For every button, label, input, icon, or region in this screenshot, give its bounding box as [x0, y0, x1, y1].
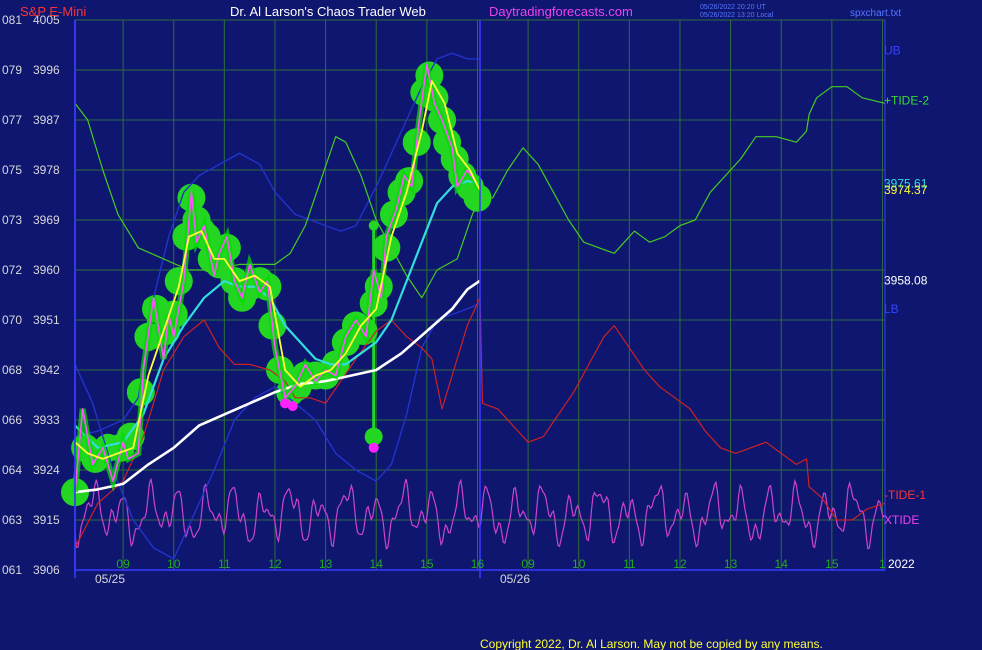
y-tick-price: 3960: [33, 263, 60, 277]
right-label: -TIDE-1: [884, 488, 926, 502]
x-date-label: 05/25: [95, 572, 125, 586]
x-axis-labels: 09 10 11 12 13 14 15 16 09 10 11 12 13 14 15 1 05/25 05/2…: [95, 557, 915, 586]
chart-title: Dr. Al Larson's Chaos Trader Web: [230, 4, 426, 19]
y-tick-left: 066: [2, 413, 22, 427]
y-tick-price: 3942: [33, 363, 60, 377]
x-tick-hour: 11: [623, 557, 636, 571]
x-tick-hour: 14: [775, 557, 789, 571]
y-tick-price: 3924: [33, 463, 60, 477]
y-tick-left: 072: [2, 263, 22, 277]
y-axis-labels: 061 3906 063 3915 064 3924 066 3933 068 3942 070 39…: [2, 13, 60, 577]
x-tick-hour: 12: [673, 557, 687, 571]
x-tick-hour: 15: [420, 557, 434, 571]
site-link[interactable]: Daytradingforecasts.com: [489, 4, 633, 19]
right-labels: UB+TIDE-23975.613974.373958.08LB-TIDE-1X…: [884, 44, 929, 527]
y-tick-left: 073: [2, 213, 22, 227]
x-tick-hour: 16: [471, 557, 485, 571]
plot-frame: [74, 20, 886, 578]
y-tick-left: 061: [2, 563, 22, 577]
y-tick-price: 3951: [33, 313, 60, 327]
right-label: 3958.08: [884, 274, 928, 288]
timestamp-utc: 05/26/2022 20:20 UT: [700, 4, 766, 11]
x-tick-hour: 11: [218, 557, 231, 571]
pivot-dot: [368, 442, 379, 453]
copyright: Copyright 2022, Dr. Al Larson. May not b…: [480, 637, 823, 650]
y-tick-price: 3978: [33, 163, 60, 177]
timestamp-local: 05/26/2022 13:20 Local: [700, 12, 774, 19]
x-tick-hour: 12: [268, 557, 282, 571]
file-name: spxchart.txt: [850, 8, 901, 19]
y-tick-price: 3933: [33, 413, 60, 427]
x-tick-hour: 10: [572, 557, 586, 571]
x-tick-hour: 14: [370, 557, 384, 571]
x-tick-hour: 1: [879, 557, 886, 571]
x-tick-hour: 13: [724, 557, 738, 571]
y-tick-price: 3969: [33, 213, 60, 227]
y-tick-price: 3915: [33, 513, 60, 527]
right-label: XTIDE: [884, 513, 919, 527]
y-tick-price: 3996: [33, 63, 60, 77]
right-label: 3974.37: [884, 183, 928, 197]
x-tick-hour: 09: [521, 557, 535, 571]
y-tick-left: 075: [2, 163, 22, 177]
y-tick-left: 077: [2, 113, 22, 127]
y-tick-left: 064: [2, 463, 22, 477]
year-label: 2022: [888, 557, 915, 571]
chaos-trader-chart: 061 3906 063 3915 064 3924 066 3933 068 3942 070 39…: [2, 4, 929, 650]
forecast-bubble: [164, 267, 193, 296]
pivot-dot: [287, 401, 298, 412]
y-tick-left: 079: [2, 63, 22, 77]
x-tick-hour: 09: [116, 557, 130, 571]
symbol-title: S&P E-Mini: [20, 4, 86, 19]
y-tick-price: 3987: [33, 113, 60, 127]
y-tick-price: 3906: [33, 563, 60, 577]
right-label: UB: [884, 44, 901, 58]
y-tick-left: 070: [2, 313, 22, 327]
y-tick-left: 068: [2, 363, 22, 377]
x-tick-hour: 15: [825, 557, 839, 571]
y-tick-left: 063: [2, 513, 22, 527]
x-tick-hour: 13: [319, 557, 333, 571]
right-label: +TIDE-2: [884, 94, 929, 108]
x-date-label: 05/26: [500, 572, 530, 586]
x-tick-hour: 10: [167, 557, 181, 571]
markers: [280, 398, 379, 453]
right-label: LB: [884, 302, 899, 316]
